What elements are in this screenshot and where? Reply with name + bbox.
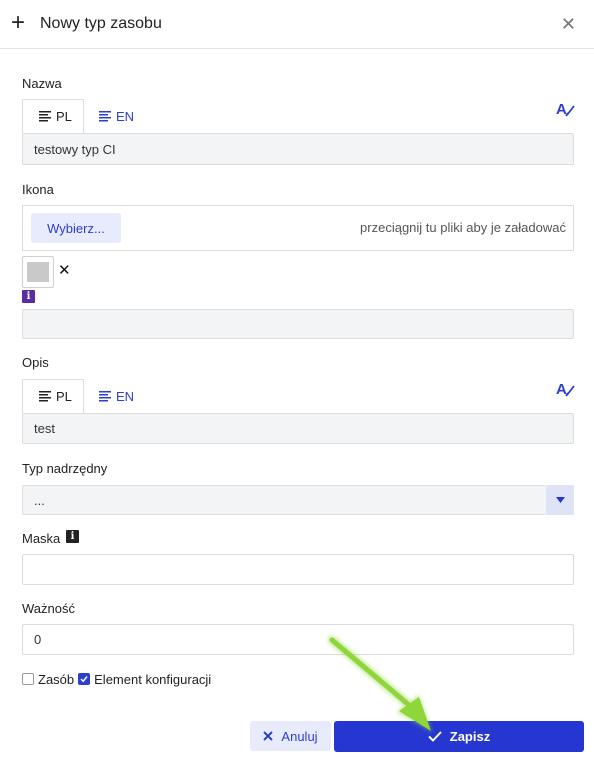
text-align-icon — [99, 110, 111, 122]
text-align-icon — [99, 390, 111, 402]
translate-icon[interactable]: A — [556, 380, 576, 398]
name-tab-en-label: EN — [116, 108, 135, 124]
cancel-button[interactable]: Anuluj — [250, 721, 331, 751]
drop-hint-text: przeciągnij tu pliki aby je załadować — [360, 220, 566, 235]
name-input-value: testowy typ CI — [34, 141, 116, 157]
description-label: Opis — [22, 355, 49, 370]
description-tab-pl[interactable]: PL — [22, 379, 84, 413]
resource-checkbox[interactable] — [22, 673, 34, 685]
description-input-value: test — [34, 421, 55, 436]
type-checkboxes: Zasób Element konfiguracji — [22, 671, 211, 687]
config-element-checkbox[interactable] — [78, 673, 91, 685]
description-tab-en[interactable]: EN — [99, 379, 159, 413]
dialog-header: + Nowy typ zasobu ✕ — [0, 0, 594, 49]
remove-icon[interactable]: ✕ — [58, 263, 71, 279]
name-tab-pl-label: PL — [56, 109, 72, 124]
description-tab-en-label: EN — [116, 388, 135, 404]
parent-type-select[interactable]: ... — [22, 485, 546, 515]
importance-input-value: 0 — [34, 632, 42, 647]
description-tab-pl-label: PL — [56, 389, 72, 404]
mask-input[interactable] — [22, 554, 574, 585]
file-upload-dropzone[interactable]: Wybierz... przeciągnij tu pliki aby je z… — [22, 205, 574, 251]
parent-type-selected-value: ... — [34, 492, 45, 508]
resource-checkbox-label: Zasób — [38, 671, 75, 687]
name-label: Nazwa — [22, 76, 62, 91]
close-icon — [263, 731, 274, 741]
cancel-button-label: Anuluj — [281, 728, 318, 744]
thumbnail-image — [27, 262, 49, 282]
close-icon[interactable]: ✕ — [561, 14, 576, 35]
save-button[interactable]: Zapisz — [334, 721, 584, 752]
icon-extra-field[interactable] — [22, 309, 574, 339]
info-icon[interactable]: i — [22, 290, 35, 303]
importance-input[interactable]: 0 — [22, 624, 574, 655]
text-align-icon — [39, 111, 51, 122]
importance-label: Ważność — [22, 601, 75, 616]
text-align-icon — [39, 391, 51, 402]
name-tab-pl[interactable]: PL — [22, 99, 84, 133]
mask-label: Maska — [22, 531, 61, 546]
parent-type-label: Typ nadrzędny — [22, 461, 108, 476]
plus-icon: + — [11, 9, 26, 36]
translate-icon[interactable]: A — [556, 100, 576, 118]
description-input[interactable]: test — [22, 413, 574, 444]
icon-thumbnail — [22, 256, 54, 288]
dialog-title: Nowy typ zasobu — [40, 15, 162, 32]
checkmark-icon — [428, 731, 442, 742]
choose-file-button[interactable]: Wybierz... — [31, 213, 121, 243]
save-button-label: Zapisz — [449, 729, 491, 744]
info-icon[interactable]: i — [66, 530, 79, 543]
name-tab-en[interactable]: EN — [99, 99, 159, 133]
name-input[interactable]: testowy typ CI — [22, 133, 574, 165]
config-element-checkbox-label: Element konfiguracji — [94, 671, 212, 687]
icon-label: Ikona — [22, 182, 54, 197]
chevron-down-icon[interactable] — [546, 485, 574, 515]
